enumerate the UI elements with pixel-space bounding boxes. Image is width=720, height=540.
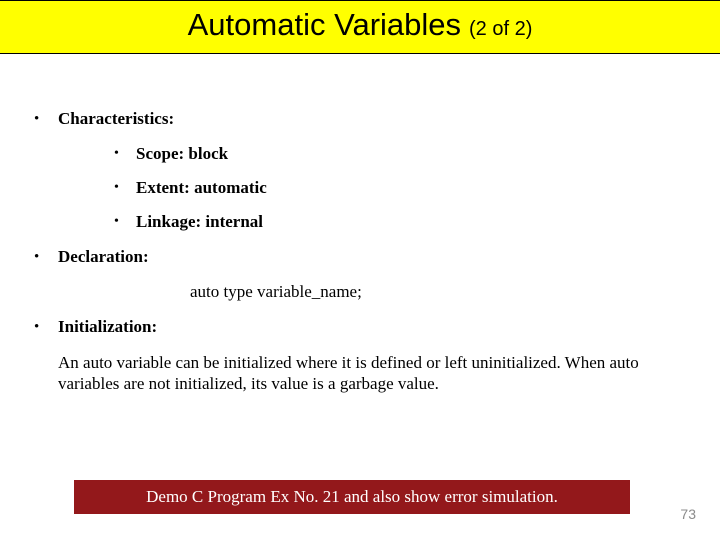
bullet-characteristics: • Characteristics:	[30, 108, 690, 130]
bullet-label: Characteristics:	[58, 108, 174, 130]
slide-title-main: Automatic Variables	[188, 7, 461, 42]
bullet-label: Initialization:	[58, 316, 157, 338]
slide-title-bar: Automatic Variables (2 of 2)	[0, 0, 720, 54]
bullet-dot: •	[114, 212, 136, 232]
slide-body: • Characteristics: • Scope: block • Exte…	[0, 54, 720, 394]
bullet-dot: •	[30, 108, 58, 130]
bullet-dot: •	[30, 246, 58, 268]
demo-callout: Demo C Program Ex No. 21 and also show e…	[74, 480, 630, 514]
sub-bullet-linkage: • Linkage: internal	[114, 212, 690, 232]
bullet-dot: •	[114, 144, 136, 164]
bullet-dot: •	[114, 178, 136, 198]
bullet-label: Declaration:	[58, 246, 149, 268]
sub-bullets-characteristics: • Scope: block • Extent: automatic • Lin…	[114, 144, 690, 232]
bullet-declaration: • Declaration:	[30, 246, 690, 268]
declaration-code: auto type variable_name;	[190, 282, 690, 302]
sub-bullet-label: Scope: block	[136, 144, 228, 164]
bullet-initialization: • Initialization:	[30, 316, 690, 338]
initialization-body: An auto variable can be initialized wher…	[58, 352, 690, 394]
sub-bullet-scope: • Scope: block	[114, 144, 690, 164]
page-number: 73	[680, 506, 696, 522]
sub-bullet-label: Extent: automatic	[136, 178, 267, 198]
demo-text: Demo C Program Ex No. 21 and also show e…	[146, 487, 558, 507]
slide-title-sub: (2 of 2)	[469, 18, 532, 40]
sub-bullet-label: Linkage: internal	[136, 212, 263, 232]
sub-bullet-extent: • Extent: automatic	[114, 178, 690, 198]
bullet-dot: •	[30, 316, 58, 338]
